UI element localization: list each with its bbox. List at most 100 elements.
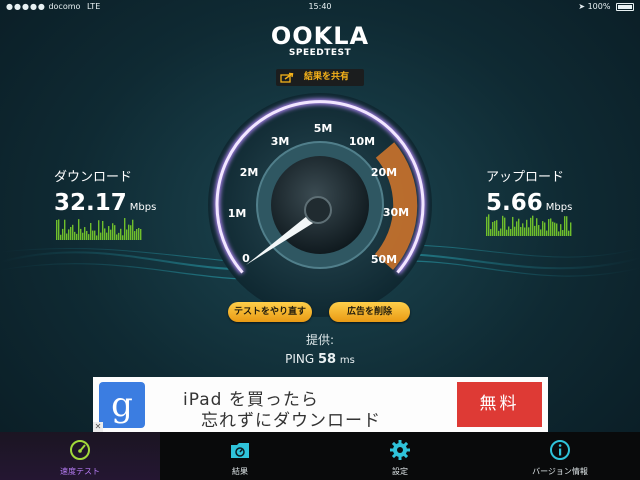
graph-bar <box>82 232 84 240</box>
graph-bar <box>64 219 66 240</box>
graph-bar <box>520 226 522 236</box>
gauge-tick-50M: 50M <box>371 253 397 266</box>
graph-bar <box>106 232 108 240</box>
graph-bar <box>536 218 538 236</box>
graph-bar <box>522 223 524 236</box>
graph-bar <box>72 224 74 240</box>
graph-bar <box>544 222 546 236</box>
graph-bar <box>110 229 112 240</box>
graph-bar <box>78 219 80 240</box>
graph-bar <box>500 228 502 236</box>
tab-results-label: 結果 <box>232 467 248 476</box>
graph-bar <box>84 227 86 240</box>
graph-bar <box>76 233 78 240</box>
gauge-tick-2M: 2M <box>240 166 259 179</box>
graph-bar <box>62 228 64 240</box>
graph-bar <box>80 228 82 240</box>
graph-bar <box>68 229 70 240</box>
graph-bar <box>488 214 490 236</box>
graph-bar <box>70 226 72 240</box>
graph-bar <box>556 223 558 236</box>
upload-graph <box>486 214 572 236</box>
ad-free-button[interactable]: 無料 <box>457 382 542 427</box>
graph-bar <box>526 219 528 236</box>
graph-bar <box>548 219 550 236</box>
graph-bar <box>498 230 500 236</box>
tab-speed-test-label: 速度テスト <box>60 467 100 476</box>
graph-bar <box>538 225 540 236</box>
download-value: 32.17 <box>54 190 127 216</box>
ping-unit: ms <box>339 355 355 366</box>
graph-bar <box>554 222 556 236</box>
graph-bar <box>134 231 136 240</box>
graph-bar <box>496 220 498 236</box>
graph-bar <box>566 216 568 236</box>
graph-bar <box>102 220 104 240</box>
graph-bar <box>568 230 570 236</box>
ping-value: 58 <box>318 352 337 367</box>
graph-bar <box>118 232 120 240</box>
graph-bar <box>100 232 102 240</box>
download-label: ダウンロード <box>54 170 133 185</box>
google-app-icon: g <box>99 382 145 428</box>
tab-speed-test[interactable]: 速度テスト <box>0 432 160 480</box>
graph-bar <box>104 228 106 240</box>
tab-about[interactable]: バージョン情報 <box>480 432 640 480</box>
results-folder-icon <box>231 443 249 458</box>
graph-bar <box>122 235 124 240</box>
graph-bar <box>508 226 510 236</box>
graph-bar <box>510 228 512 236</box>
graph-bar <box>562 230 564 236</box>
provided-by-label: 提供: <box>305 333 335 347</box>
graph-bar <box>570 222 572 236</box>
tab-settings-label: 設定 <box>392 467 408 476</box>
graph-bar <box>140 229 142 240</box>
graph-bar <box>74 231 76 240</box>
download-graph <box>56 218 142 240</box>
graph-bar <box>128 224 130 240</box>
graph-bar <box>492 222 494 236</box>
graph-bar <box>564 216 566 236</box>
graph-bar <box>490 229 492 236</box>
ad-close-icon[interactable]: ✕ <box>93 422 103 432</box>
graph-bar <box>516 221 518 236</box>
tab-settings[interactable]: 設定 <box>320 432 480 480</box>
gauge-tick-1M: 1M <box>228 207 247 220</box>
ad-subline: 忘れずにダウンロード <box>201 411 381 431</box>
graph-bar <box>506 229 508 236</box>
graph-bar <box>494 220 496 236</box>
tab-bar: 速度テスト 結果 設定 バージョン情報 <box>0 432 640 480</box>
graph-bar <box>132 219 134 240</box>
upload-panel: アップロード 5.66 Mbps <box>486 166 572 216</box>
graph-bar <box>540 229 542 236</box>
graph-bar <box>92 230 94 240</box>
graph-bar <box>60 234 62 240</box>
graph-bar <box>126 229 128 240</box>
ad-banner[interactable]: g iPad を買ったら 忘れずにダウンロード 無料 <box>93 377 548 432</box>
download-unit: Mbps <box>129 202 157 213</box>
graph-bar <box>58 219 60 240</box>
graph-bar <box>138 227 140 240</box>
retest-button[interactable]: テストをやり直す <box>228 302 312 322</box>
gauge-tick-5M: 5M <box>314 122 333 135</box>
graph-bar <box>560 224 562 236</box>
gauge-tick-3M: 3M <box>271 135 290 148</box>
graph-bar <box>96 235 98 240</box>
download-value-row: 32.17 Mbps <box>54 190 156 216</box>
graph-bar <box>56 219 58 240</box>
gear-icon <box>390 440 410 460</box>
graph-bar <box>528 227 530 236</box>
gauge-tick-0: 0 <box>242 252 250 265</box>
gauge-tick-30M: 30M <box>383 206 409 219</box>
graph-bar <box>116 234 118 240</box>
graph-bar <box>98 220 100 240</box>
ping-label: PING <box>285 352 315 366</box>
graph-bar <box>66 233 68 240</box>
info-icon <box>550 440 570 460</box>
graph-bar <box>136 229 138 240</box>
graph-bar <box>94 230 96 240</box>
remove-ads-button[interactable]: 広告を削除 <box>329 302 410 322</box>
graph-bar <box>542 221 544 236</box>
tab-results[interactable]: 結果 <box>160 432 320 480</box>
graph-bar <box>524 227 526 236</box>
